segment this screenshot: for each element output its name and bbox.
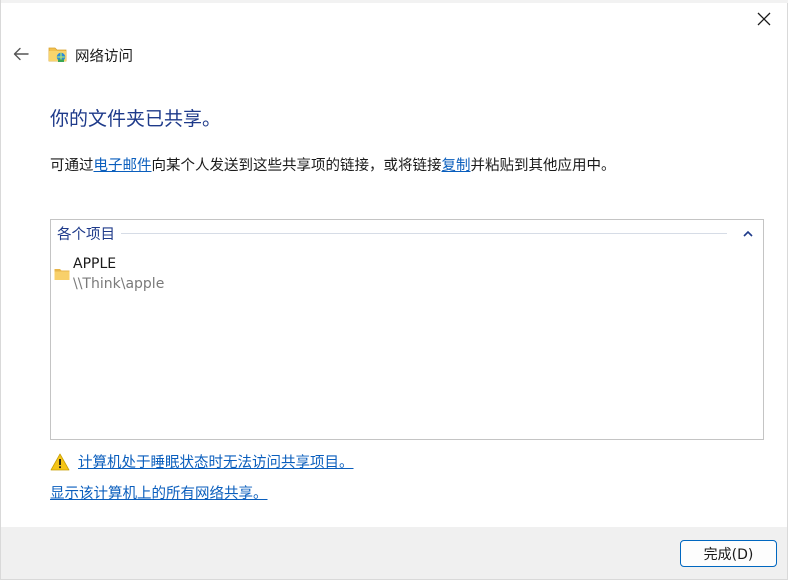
collapse-group-button[interactable] (741, 226, 755, 240)
close-button[interactable] (749, 4, 779, 34)
close-icon (757, 12, 771, 26)
copy-link[interactable]: 复制 (442, 158, 471, 174)
warning-icon (50, 453, 70, 470)
page-heading: 你的文件夹已共享。 (50, 108, 222, 130)
description-text-3: 并粘贴到其他应用中。 (470, 158, 616, 174)
shared-items-list[interactable]: 各个项目 APPLE \\Think\apple (50, 219, 764, 440)
group-divider (121, 232, 727, 234)
title-bar-strip (1, 0, 788, 3)
folder-icon (54, 269, 70, 280)
item-text: APPLE \\Think\apple (73, 254, 164, 294)
sharing-dialog: 网络访问 你的文件夹已共享。 可通过电子邮件向某个人发送到这些共享项的链接，或将… (0, 0, 788, 580)
dialog-footer: 完成(D) (1, 527, 787, 579)
share-description: 可通过电子邮件向某个人发送到这些共享项的链接，或将链接复制并粘贴到其他应用中。 (50, 154, 616, 175)
list-item[interactable]: APPLE \\Think\apple (54, 254, 164, 294)
sleep-warning: 计算机处于睡眠状态时无法访问共享项目。 (50, 451, 354, 472)
chevron-up-icon (743, 230, 753, 237)
item-name: APPLE (73, 256, 117, 272)
sleep-warning-link[interactable]: 计算机处于睡眠状态时无法访问共享项目。 (78, 451, 354, 472)
items-group-header[interactable]: 各个项目 (57, 223, 755, 243)
email-link[interactable]: 电子邮件 (94, 158, 152, 174)
show-all-shares-link[interactable]: 显示该计算机上的所有网络共享。 (50, 482, 268, 503)
back-arrow-icon (13, 47, 29, 61)
description-text-2: 向某个人发送到这些共享项的链接，或将链接 (151, 158, 442, 174)
back-button[interactable] (9, 42, 33, 66)
item-path: \\Think\apple (73, 276, 165, 292)
items-group-label: 各个项目 (57, 226, 115, 243)
description-text-1: 可通过 (50, 158, 94, 174)
window-title: 网络访问 (75, 49, 133, 65)
network-folder-icon (48, 47, 67, 62)
done-button[interactable]: 完成(D) (680, 540, 777, 567)
